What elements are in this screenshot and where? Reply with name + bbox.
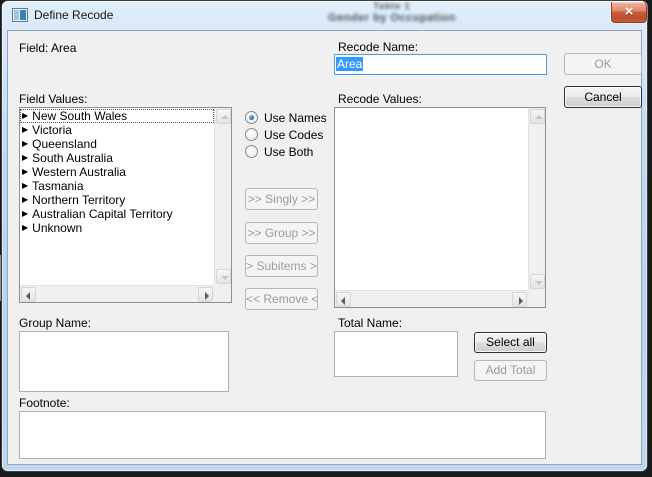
recode-values-list xyxy=(335,109,528,290)
radio-use-codes[interactable]: Use Codes xyxy=(245,127,323,142)
field-values-list: ▶New South Wales ▶Victoria ▶Queensland ▶… xyxy=(20,109,214,285)
select-all-button[interactable]: Select all xyxy=(474,332,547,353)
item-marker-icon: ▶ xyxy=(22,193,28,207)
list-item[interactable]: ▶Tasmania xyxy=(20,179,214,193)
total-name-label: Total Name: xyxy=(338,316,402,330)
recode-name-label: Recode Name: xyxy=(338,40,418,54)
scrollbar-corner xyxy=(214,285,231,302)
item-marker-icon: ▶ xyxy=(22,207,28,221)
field-values-hscrollbar[interactable] xyxy=(20,285,214,302)
scroll-right-icon[interactable] xyxy=(512,292,527,307)
dialog-title: Define Recode xyxy=(34,8,113,22)
screen: Define Recode Table 1 Gender by Occupati… xyxy=(0,0,652,477)
item-marker-icon: ▶ xyxy=(22,151,28,165)
scroll-left-icon[interactable] xyxy=(21,287,36,302)
field-label: Field: Area xyxy=(19,41,76,55)
list-item[interactable]: ▶New South Wales xyxy=(20,109,214,123)
list-item[interactable]: ▶Australian Capital Territory xyxy=(20,207,214,221)
recode-values-listbox[interactable] xyxy=(334,107,546,308)
background-window-line2: Gender by Occupation xyxy=(242,11,542,25)
total-name-input[interactable] xyxy=(334,331,458,377)
scrollbar-corner xyxy=(528,290,545,307)
add-total-button[interactable]: Add Total xyxy=(474,360,547,381)
group-name-label: Group Name: xyxy=(19,316,91,330)
recode-values-vscrollbar[interactable] xyxy=(528,108,545,290)
item-marker-icon: ▶ xyxy=(22,221,28,235)
recode-name-input[interactable]: Area xyxy=(334,54,547,75)
define-recode-dialog: Define Recode Table 1 Gender by Occupati… xyxy=(2,1,647,471)
recode-values-hscrollbar[interactable] xyxy=(335,290,528,307)
radio-use-codes-icon[interactable] xyxy=(245,128,258,141)
recode-values-label: Recode Values: xyxy=(338,92,422,106)
field-values-label: Field Values: xyxy=(19,92,87,106)
singly-button[interactable]: >> Singly >> xyxy=(245,188,318,210)
dialog-content: Field: Area Recode Name: Area OK Cancel … xyxy=(7,30,642,465)
remove-button[interactable]: << Remove << xyxy=(245,288,318,310)
item-marker-icon: ▶ xyxy=(22,109,28,123)
list-item[interactable]: ▶South Australia xyxy=(20,151,214,165)
scroll-down-icon[interactable] xyxy=(216,269,231,284)
radio-use-names-icon[interactable] xyxy=(245,111,258,124)
list-item[interactable]: ▶Queensland xyxy=(20,137,214,151)
app-icon xyxy=(12,8,28,22)
close-button[interactable]: × xyxy=(611,2,647,23)
background-window-line1: Table 1 xyxy=(242,1,542,11)
scroll-up-icon[interactable] xyxy=(530,109,545,124)
radio-use-both[interactable]: Use Both xyxy=(245,144,313,159)
close-icon: × xyxy=(625,3,634,20)
item-marker-icon: ▶ xyxy=(22,165,28,179)
group-button[interactable]: >> Group >> xyxy=(245,222,318,244)
list-item[interactable]: ▶Unknown xyxy=(20,221,214,235)
field-values-vscrollbar[interactable] xyxy=(214,108,231,285)
subitems-button[interactable]: > Subitems > xyxy=(245,255,318,277)
background-window-title: Table 1 Gender by Occupation xyxy=(242,1,542,25)
footnote-input[interactable] xyxy=(19,411,546,459)
cancel-button[interactable]: Cancel xyxy=(564,86,642,108)
list-item[interactable]: ▶Northern Territory xyxy=(20,193,214,207)
group-name-input[interactable] xyxy=(19,331,229,392)
radio-use-both-icon[interactable] xyxy=(245,145,258,158)
dialog-titlebar[interactable]: Define Recode Table 1 Gender by Occupati… xyxy=(2,1,647,30)
scroll-down-icon[interactable] xyxy=(530,274,545,289)
item-marker-icon: ▶ xyxy=(22,123,28,137)
ok-button[interactable]: OK xyxy=(564,53,642,75)
field-values-listbox[interactable]: ▶New South Wales ▶Victoria ▶Queensland ▶… xyxy=(19,107,232,303)
scroll-up-icon[interactable] xyxy=(216,109,231,124)
footnote-label: Footnote: xyxy=(19,396,70,410)
recode-name-selected-text: Area xyxy=(336,57,363,71)
radio-use-names[interactable]: Use Names xyxy=(245,110,327,125)
item-marker-icon: ▶ xyxy=(22,137,28,151)
scroll-right-icon[interactable] xyxy=(198,287,213,302)
list-item[interactable]: ▶Victoria xyxy=(20,123,214,137)
list-item[interactable]: ▶Western Australia xyxy=(20,165,214,179)
scroll-left-icon[interactable] xyxy=(336,292,351,307)
item-marker-icon: ▶ xyxy=(22,179,28,193)
